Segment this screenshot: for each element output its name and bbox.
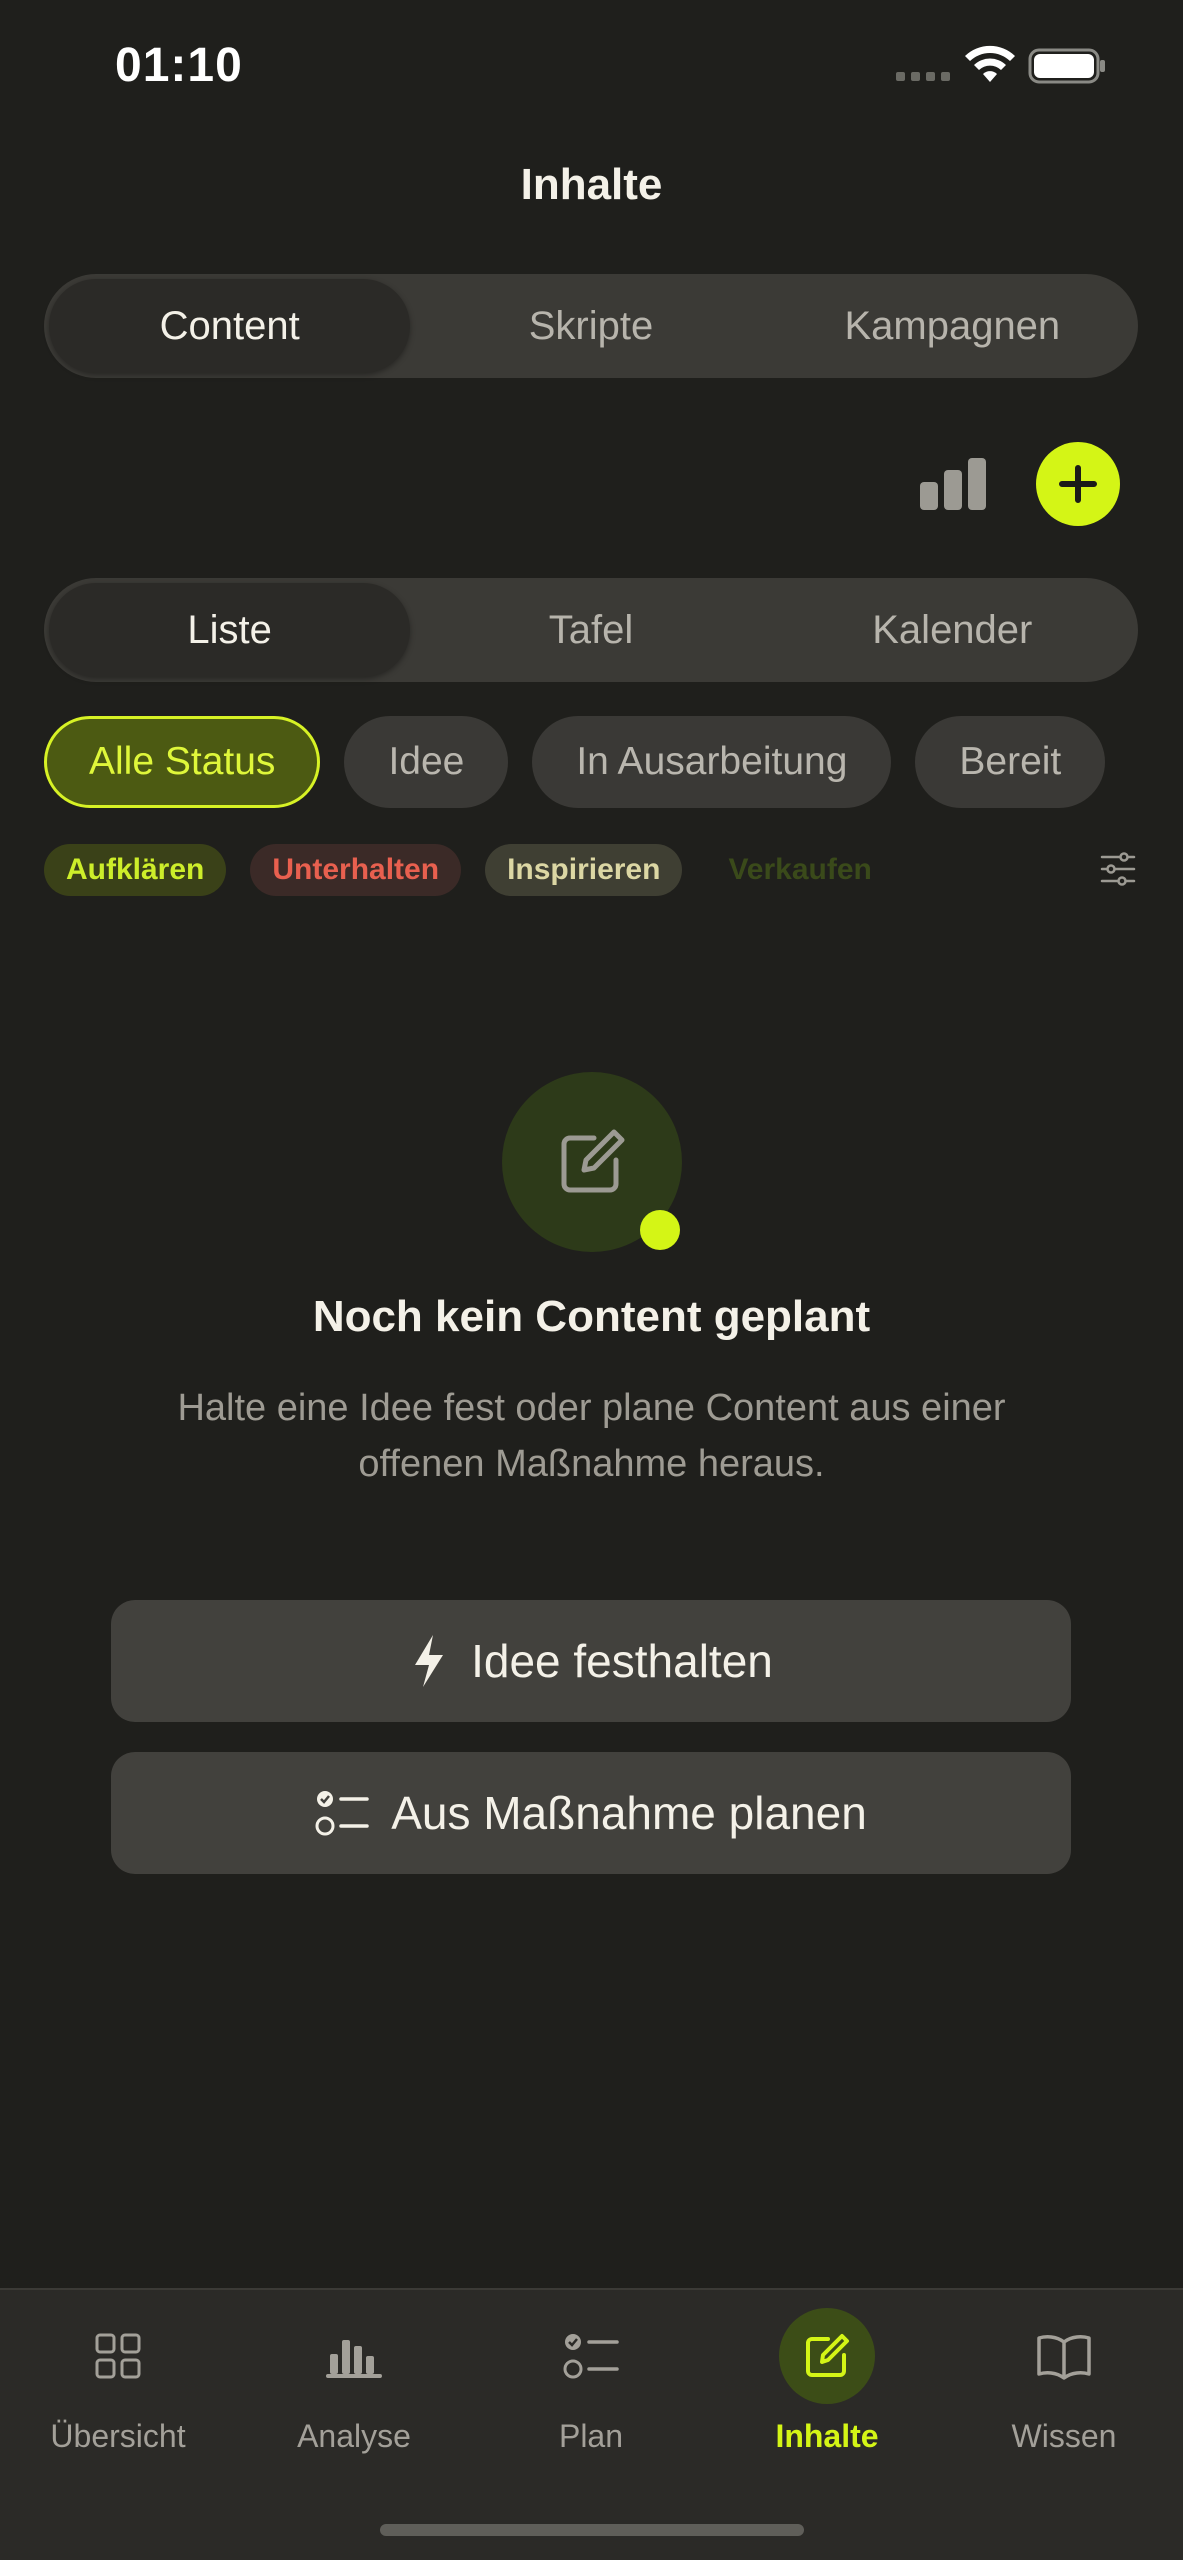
capture-idea-button[interactable]: Idee festhalten: [111, 1600, 1071, 1722]
tab-plan[interactable]: Plan: [473, 2308, 709, 2458]
add-button[interactable]: [1036, 442, 1120, 526]
content-type-segmented-control: Content Skripte Kampagnen: [44, 274, 1138, 378]
book-icon: [1037, 2335, 1091, 2380]
tab-calendar[interactable]: Kalender: [772, 583, 1133, 677]
filter-chip-all-status[interactable]: Alle Status: [44, 716, 321, 808]
empty-state-text: Halte eine Idee fest oder plane Content …: [177, 1387, 1006, 1485]
status-bar: 01:10: [0, 0, 1183, 130]
tab-knowledge-icon-wrap: [1016, 2308, 1112, 2404]
tab-board[interactable]: Tafel: [410, 583, 771, 677]
bottom-tab-bar: Übersicht Analyse Plan Inhalte Wissen: [0, 2288, 1183, 2560]
lightning-icon: [415, 1635, 444, 1687]
tab-list[interactable]: Liste: [49, 583, 411, 677]
tab-contents-icon-wrap: [779, 2308, 875, 2404]
plan-from-measure-label: Aus Maßnahme planen: [391, 1787, 867, 1839]
checklist-icon: [315, 1791, 369, 1836]
analytics-icon: [326, 2340, 382, 2378]
sliders-icon[interactable]: [1100, 852, 1136, 886]
grid-icon: [95, 2333, 141, 2379]
edit-icon: [806, 2334, 849, 2377]
checklist-icon: [563, 2334, 619, 2379]
tab-plan-label: Plan: [558, 2418, 624, 2454]
filter-chip-in-progress[interactable]: In Ausarbeitung: [532, 716, 892, 808]
status-time: 01:10: [115, 39, 243, 92]
tag-entertain[interactable]: Unterhalten: [250, 844, 462, 896]
tab-campaigns[interactable]: Kampagnen: [772, 279, 1133, 373]
view-mode-segmented-control: Liste Tafel Kalender: [44, 578, 1138, 682]
tab-analysis-icon-wrap: [306, 2308, 402, 2404]
plus-icon: [1059, 465, 1097, 503]
tab-content[interactable]: Content: [49, 279, 411, 373]
capture-idea-label: Idee festhalten: [471, 1635, 773, 1687]
tag-inspire[interactable]: Inspirieren: [485, 844, 683, 896]
signal-icon: [896, 72, 950, 81]
tab-knowledge[interactable]: Wissen: [946, 2308, 1182, 2458]
empty-state-title: Noch kein Content geplant: [312, 1292, 871, 1341]
page-title: Inhalte: [520, 160, 663, 209]
tag-sell[interactable]: Verkaufen: [706, 844, 893, 896]
home-indicator[interactable]: [380, 2524, 804, 2536]
tab-knowledge-label: Wissen: [1011, 2418, 1117, 2454]
tab-overview-label: Übersicht: [50, 2418, 186, 2454]
tag-educate[interactable]: Aufklären: [44, 844, 227, 896]
tab-contents[interactable]: Inhalte: [709, 2308, 945, 2458]
wifi-icon: [965, 45, 1015, 82]
status-filter-row: Alle Status Idee In Ausarbeitung Bereit: [44, 716, 1138, 810]
plan-from-measure-button[interactable]: Aus Maßnahme planen: [111, 1752, 1071, 1874]
tab-overview[interactable]: Übersicht: [0, 2308, 236, 2458]
bar-chart-icon[interactable]: [918, 456, 990, 512]
empty-state-accent-dot: [640, 1210, 680, 1250]
tab-analysis[interactable]: Analyse: [236, 2308, 472, 2458]
filter-chip-idea[interactable]: Idee: [344, 716, 509, 808]
tab-overview-icon-wrap: [70, 2308, 166, 2404]
category-tag-row: Aufklären Unterhalten Inspirieren Verkau…: [44, 844, 894, 896]
tab-analysis-label: Analyse: [297, 2418, 411, 2454]
tab-contents-label: Inhalte: [775, 2418, 879, 2454]
tab-plan-icon-wrap: [543, 2308, 639, 2404]
edit-icon: [561, 1129, 625, 1193]
tab-scripts[interactable]: Skripte: [410, 279, 771, 373]
filter-chip-ready[interactable]: Bereit: [915, 716, 1106, 808]
battery-icon: [1028, 48, 1105, 84]
